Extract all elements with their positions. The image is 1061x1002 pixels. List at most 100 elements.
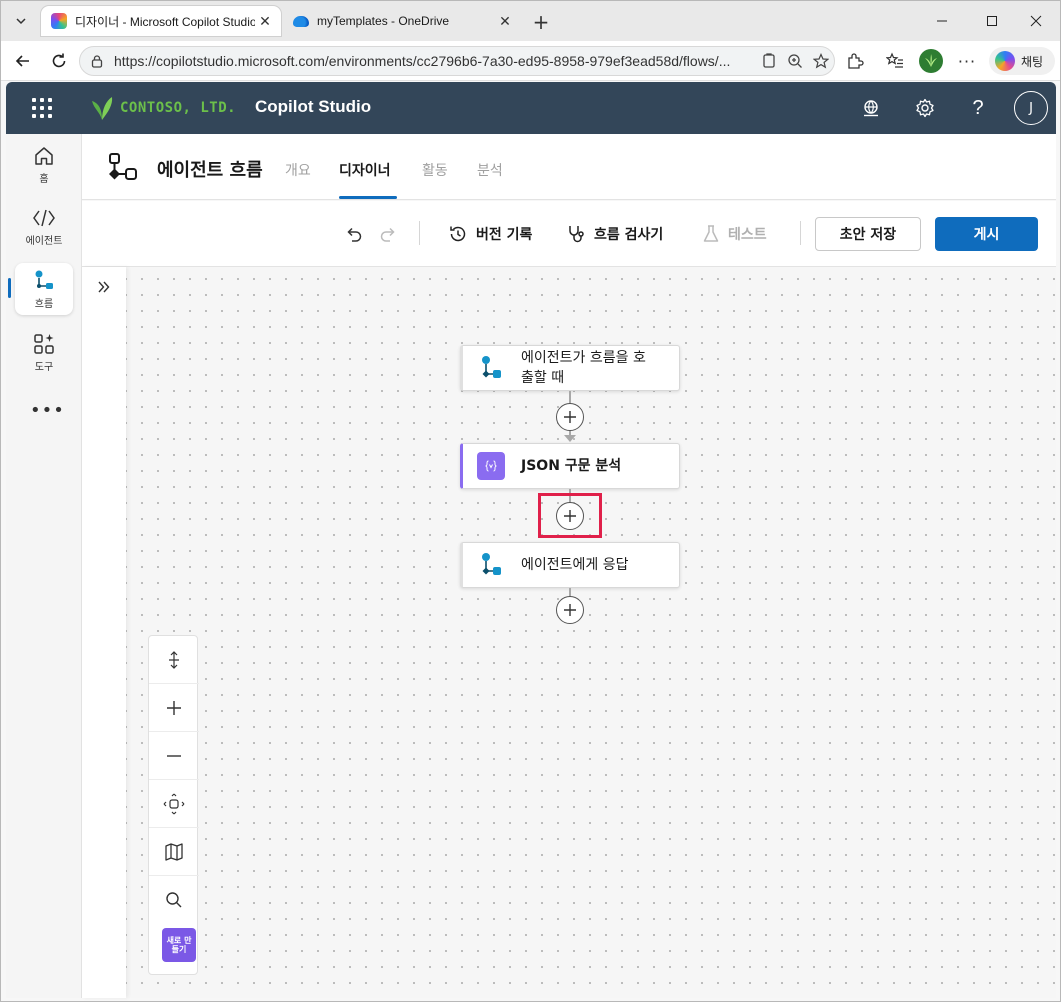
undo-button[interactable]	[344, 221, 372, 247]
add-step-button[interactable]	[556, 403, 584, 431]
window-close-button[interactable]	[1013, 7, 1059, 35]
nav-label: 홈	[39, 173, 49, 185]
user-avatar[interactable]: J	[1014, 91, 1048, 125]
url-text: https://copilotstudio.microsoft.com/envi…	[114, 53, 731, 69]
flow-checker-label: 흐름 검사기	[594, 227, 664, 243]
nav-label: 흐름	[34, 298, 54, 310]
action-panel-collapsed	[82, 267, 126, 998]
redo-icon	[380, 227, 395, 242]
publish-button[interactable]: 게시	[935, 217, 1038, 251]
brand-name: CONTOSO, LTD.	[120, 100, 237, 116]
onedrive-favicon-icon	[293, 15, 309, 27]
tab-analytics[interactable]: 분석	[477, 160, 503, 180]
minimize-button[interactable]	[919, 7, 965, 35]
browser-tab-designer[interactable]: 디자이너 - Microsoft Copilot Studio ✕	[41, 6, 281, 36]
node-label-line1: 에이전트가 흐름을 호	[521, 350, 646, 366]
search-button[interactable]	[149, 876, 199, 924]
history-icon	[450, 226, 466, 242]
refresh-button[interactable]	[45, 47, 73, 75]
company-logo[interactable]: CONTOSO, LTD.	[90, 94, 236, 122]
favorite-star-icon[interactable]	[808, 53, 834, 69]
tab-title: 디자이너 - Microsoft Copilot Studio	[75, 14, 255, 29]
save-draft-button[interactable]: 초안 저장	[815, 217, 921, 251]
search-icon	[166, 892, 182, 908]
zoom-icon[interactable]	[782, 53, 808, 69]
site-info-icon[interactable]	[90, 54, 108, 68]
more-icon: ···	[957, 51, 977, 71]
zoom-out-button[interactable]	[149, 732, 199, 780]
more-nav-button[interactable]: •••	[30, 400, 65, 421]
app-launcher-icon[interactable]	[30, 96, 54, 120]
tab-activity[interactable]: 활동	[422, 160, 448, 180]
settings-button[interactable]	[911, 94, 939, 122]
test-label: 테스트	[728, 227, 767, 243]
maximize-button[interactable]	[969, 7, 1015, 35]
extensions-button[interactable]	[841, 47, 869, 75]
agent-flow-icon	[109, 153, 137, 180]
profile-button[interactable]	[917, 47, 945, 75]
browser-tab-onedrive[interactable]: myTemplates - OneDrive ✕	[283, 6, 521, 36]
home-icon	[33, 144, 55, 168]
node-label: 에이전트에게 응답	[521, 557, 629, 573]
tab-actions-menu[interactable]	[7, 7, 35, 35]
extensions-icon	[848, 53, 864, 69]
tab-overview[interactable]: 개요	[285, 160, 311, 180]
help-button[interactable]: ?	[964, 94, 992, 122]
address-bar-row: https://copilotstudio.microsoft.com/envi…	[1, 41, 1060, 81]
fit-vertical-button[interactable]	[149, 636, 199, 684]
toolbar-divider	[800, 221, 801, 245]
close-icon[interactable]: ✕	[495, 11, 515, 31]
nav-item-tools[interactable]: 도구	[15, 326, 73, 378]
new-tab-button[interactable]: +	[528, 9, 554, 35]
expand-panel-button[interactable]	[94, 277, 114, 297]
toolbar-divider	[419, 221, 420, 245]
add-step-button[interactable]	[556, 596, 584, 624]
fit-view-icon	[163, 793, 185, 814]
favorites-button[interactable]	[881, 47, 909, 75]
tab-strip: 디자이너 - Microsoft Copilot Studio ✕ myTemp…	[1, 1, 1060, 41]
minus-icon	[167, 754, 181, 757]
help-icon: ?	[972, 96, 984, 119]
maximize-icon	[987, 16, 997, 26]
copilot-studio-favicon-icon	[51, 13, 67, 29]
zoom-in-button[interactable]	[149, 684, 199, 732]
nav-item-home[interactable]: 홈	[15, 138, 73, 190]
back-button[interactable]	[9, 47, 37, 75]
new-button[interactable]: 새로 만들기	[162, 928, 196, 962]
plus-icon	[564, 604, 576, 616]
minimap-button[interactable]	[149, 828, 199, 876]
page-title: 에이전트 흐름	[157, 160, 263, 181]
flow-node-respond[interactable]: 에이전트에게 응답	[460, 542, 680, 588]
nav-item-agents[interactable]: 에이전트	[15, 200, 73, 252]
product-name[interactable]: Copilot Studio	[255, 97, 371, 117]
nav-item-flows[interactable]: 흐름	[15, 263, 73, 315]
profile-avatar-icon	[919, 49, 943, 73]
redo-button[interactable]	[378, 221, 406, 247]
flow-canvas[interactable]: 에이전트가 흐름을 호 출할 때 JSON 구문 분석 에이전트에게 응답 새로…	[82, 267, 1056, 998]
map-icon	[165, 842, 183, 861]
test-button[interactable]: 테스트	[702, 221, 767, 247]
copilot-chat-button[interactable]: 채팅	[989, 47, 1055, 75]
tab-title: myTemplates - OneDrive	[317, 14, 450, 28]
flow-trigger-icon	[477, 551, 505, 579]
gear-icon	[916, 98, 934, 118]
plus-icon	[167, 700, 181, 715]
close-icon[interactable]: ✕	[255, 11, 275, 31]
copilot-icon	[995, 51, 1015, 71]
chat-label: 채팅	[1021, 54, 1044, 69]
url-field[interactable]: https://copilotstudio.microsoft.com/envi…	[79, 46, 835, 76]
flow-checker-button[interactable]: 흐름 검사기	[566, 221, 663, 247]
reading-view-icon[interactable]	[756, 53, 782, 69]
refresh-icon	[52, 53, 66, 68]
flow-trigger-icon	[477, 354, 505, 382]
version-history-button[interactable]: 버전 기록	[448, 221, 532, 247]
flow-node-parse-json[interactable]: JSON 구문 분석	[460, 443, 680, 489]
environment-button[interactable]	[857, 94, 885, 122]
more-options-button[interactable]: ···	[953, 47, 981, 75]
agent-icon	[32, 206, 56, 230]
left-nav-rail: 홈 에이전트 흐름 도구 •••	[6, 134, 82, 998]
leaf-logo-icon	[92, 97, 113, 120]
fit-view-button[interactable]	[149, 780, 199, 828]
tab-designer[interactable]: 디자이너	[339, 160, 391, 180]
flow-node-trigger[interactable]: 에이전트가 흐름을 호 출할 때	[460, 345, 680, 391]
